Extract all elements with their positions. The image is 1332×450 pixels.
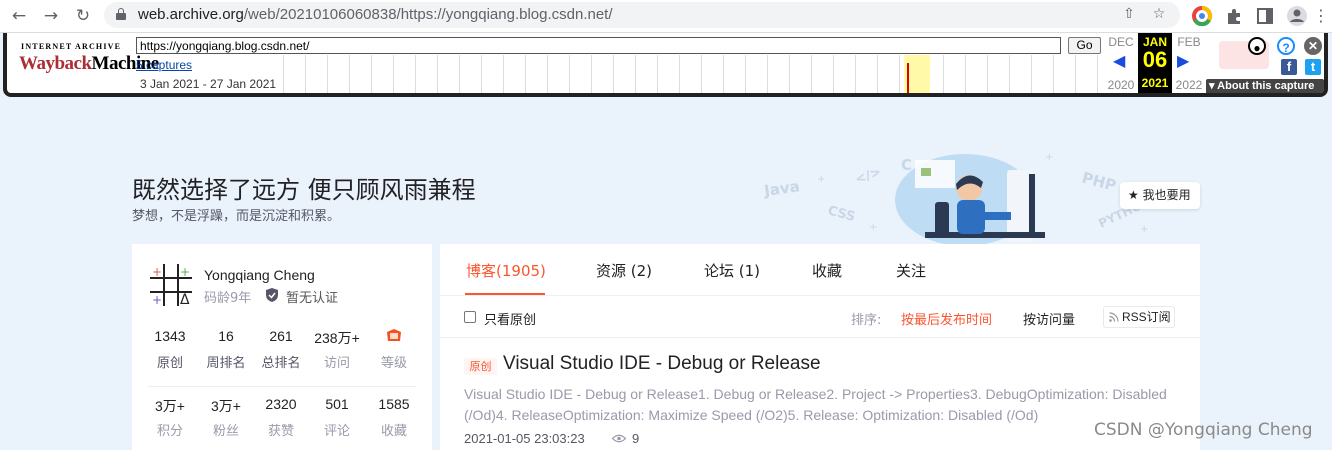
only-original-label[interactable]: 只看原创 <box>484 309 536 328</box>
current-day: 06 <box>1142 47 1168 72</box>
svg-text:+: + <box>152 265 162 279</box>
stat-original[interactable]: 1343 原创 <box>140 328 200 371</box>
capture-timeline[interactable] <box>283 55 1101 93</box>
active-tab-indicator <box>465 293 545 295</box>
illus-word: CSS <box>826 203 857 225</box>
eye-icon <box>612 434 626 443</box>
stat-visits: 238万+ 访问 <box>314 330 360 371</box>
tab-blog[interactable]: 博客(1905) <box>466 260 546 281</box>
filter-bar: 只看原创 排序: 按最后发布时间 按访问量 RSS订阅 <box>440 296 1200 338</box>
code-age: 码龄9年 <box>204 291 252 306</box>
share-icon[interactable]: ⇧ <box>1120 6 1138 22</box>
svg-text:Δ: Δ <box>180 292 190 308</box>
chrome-extension-icon[interactable] <box>1191 5 1213 27</box>
about-capture-button[interactable]: ▾ About this capture <box>1206 79 1324 93</box>
prev-capture-arrow-icon[interactable]: ◀ <box>1113 51 1125 70</box>
original-tag: 原创 <box>464 358 497 375</box>
i-want-it-too-button[interactable]: ★ 我也要用 <box>1120 182 1200 209</box>
illus-word: Java <box>762 177 801 200</box>
stat-total-rank[interactable]: 261 总排名 <box>251 328 311 371</box>
article-date: 2021-01-05 23:03:23 <box>464 431 585 446</box>
current-year: 2021 <box>1141 76 1169 90</box>
shield-icon <box>266 288 278 302</box>
svg-text:+: + <box>817 174 825 185</box>
certification-status[interactable]: 暂无认证 <box>286 287 338 306</box>
svg-text:+: + <box>152 293 162 307</box>
forward-arrow-icon[interactable]: → <box>40 5 62 27</box>
address-url: web.archive.org/web/20210106060838/https… <box>138 6 613 23</box>
profile-card: + + + Δ Yongqiang Cheng 码龄9年 暂无认证 1343 原创… <box>132 244 432 450</box>
browser-toolbar: ← → ↻ web.archive.org/web/20210106060838… <box>0 0 1332 33</box>
svg-text:+: + <box>869 222 877 233</box>
side-panel-icon[interactable] <box>1254 5 1276 27</box>
capture-date-range: 3 Jan 2021 - 27 Jan 2021 <box>140 77 277 91</box>
bookmark-star-icon[interactable]: ☆ <box>1150 6 1168 22</box>
stat-favorites: 1585 收藏 <box>378 396 410 439</box>
article-description[interactable]: Visual Studio IDE - Debug or Release1. D… <box>464 384 1184 426</box>
address-bar[interactable]: web.archive.org/web/20210106060838/https… <box>104 2 1180 28</box>
programmer-illustration: Java CSS </> C PHP PYTHON +++++ <box>762 152 1153 245</box>
tab-forum[interactable]: 论坛 (1) <box>704 260 760 281</box>
content-tabs: 博客(1905) 资源 (2) 论坛 (1) 收藏 关注 <box>440 244 1200 296</box>
current-capture-date: JAN 06 2021 <box>1138 33 1172 93</box>
wayback-account-icon[interactable]: ● <box>1248 37 1266 55</box>
stat-week-rank[interactable]: 16 周排名 <box>196 328 256 371</box>
prev-month-label[interactable]: DEC <box>1104 35 1138 49</box>
stat-points: 3万+ 积分 <box>155 398 185 439</box>
svg-text:+: + <box>180 265 190 279</box>
illus-word: </> <box>853 165 883 188</box>
stats-divider <box>148 386 416 387</box>
level-badge-icon <box>387 329 401 341</box>
svg-text:+: + <box>1045 152 1053 163</box>
svg-text:+: + <box>1140 224 1148 235</box>
only-original-checkbox[interactable] <box>464 311 476 323</box>
stat-level[interactable]: 等级 <box>364 328 424 371</box>
back-arrow-icon[interactable]: ← <box>8 5 30 27</box>
tab-resources[interactable]: 资源 (2) <box>596 260 652 281</box>
help-icon[interactable]: ? <box>1277 37 1295 55</box>
close-toolbar-icon[interactable]: ✕ <box>1304 37 1322 55</box>
list-item[interactable]: 原创 Visual Studio IDE - Debug or Release … <box>440 338 1200 450</box>
sort-label: 排序: <box>851 313 882 328</box>
timeline-current-marker <box>907 63 909 93</box>
next-month-label[interactable]: FEB <box>1172 35 1206 49</box>
twitter-icon[interactable]: t <box>1305 59 1321 75</box>
blog-title: 既然选择了远方 便只顾风雨兼程 <box>132 176 476 204</box>
article-views: 9 <box>632 431 640 446</box>
csdn-watermark: CSDN @Yongqiang Cheng <box>1094 420 1313 440</box>
main-panel: 博客(1905) 资源 (2) 论坛 (1) 收藏 关注 只看原创 排序: 按最… <box>440 244 1200 450</box>
profile-avatar-icon[interactable] <box>1286 5 1308 27</box>
blog-subtitle: 梦想，不是浮躁，而是沉淀和积累。 <box>132 209 341 224</box>
article-title[interactable]: Visual Studio IDE - Debug or Release <box>503 353 821 375</box>
stat-comments: 501 评论 <box>323 396 350 439</box>
captures-link[interactable]: 5 captures <box>136 58 192 72</box>
lock-icon <box>116 8 126 21</box>
rss-icon <box>1109 312 1119 322</box>
sort-by-views[interactable]: 按访问量 <box>1023 309 1075 328</box>
stat-fans[interactable]: 3万+ 粉丝 <box>196 396 256 439</box>
sort-by-latest[interactable]: 按最后发布时间 <box>901 309 992 328</box>
avatar[interactable]: + + + Δ <box>148 262 194 308</box>
prev-year-label[interactable]: 2020 <box>1104 78 1138 92</box>
go-button[interactable]: Go <box>1068 37 1101 54</box>
tab-following[interactable]: 关注 <box>896 260 926 281</box>
wayback-toolbar: INTERNET ARCHIVE WaybackMachine https://… <box>3 33 1328 97</box>
internet-archive-label: INTERNET ARCHIVE <box>21 42 122 51</box>
illus-word: PHP <box>1080 168 1118 194</box>
facebook-icon[interactable]: f <box>1281 59 1297 75</box>
stat-likes: 2320 获赞 <box>265 396 297 439</box>
wayback-url-input[interactable]: https://yongqiang.blog.csdn.net/ <box>136 37 1061 54</box>
profile-name[interactable]: Yongqiang Cheng <box>204 267 315 283</box>
extensions-puzzle-icon[interactable] <box>1223 5 1245 27</box>
next-capture-arrow-icon[interactable]: ▶ <box>1177 51 1189 70</box>
reload-icon[interactable]: ↻ <box>72 5 94 27</box>
next-year-label[interactable]: 2022 <box>1172 78 1206 92</box>
tab-favorites[interactable]: 收藏 <box>812 260 842 281</box>
chrome-menu-icon[interactable]: ⋮ <box>1310 5 1332 27</box>
rss-subscribe-button[interactable]: RSS订阅 <box>1103 306 1175 328</box>
